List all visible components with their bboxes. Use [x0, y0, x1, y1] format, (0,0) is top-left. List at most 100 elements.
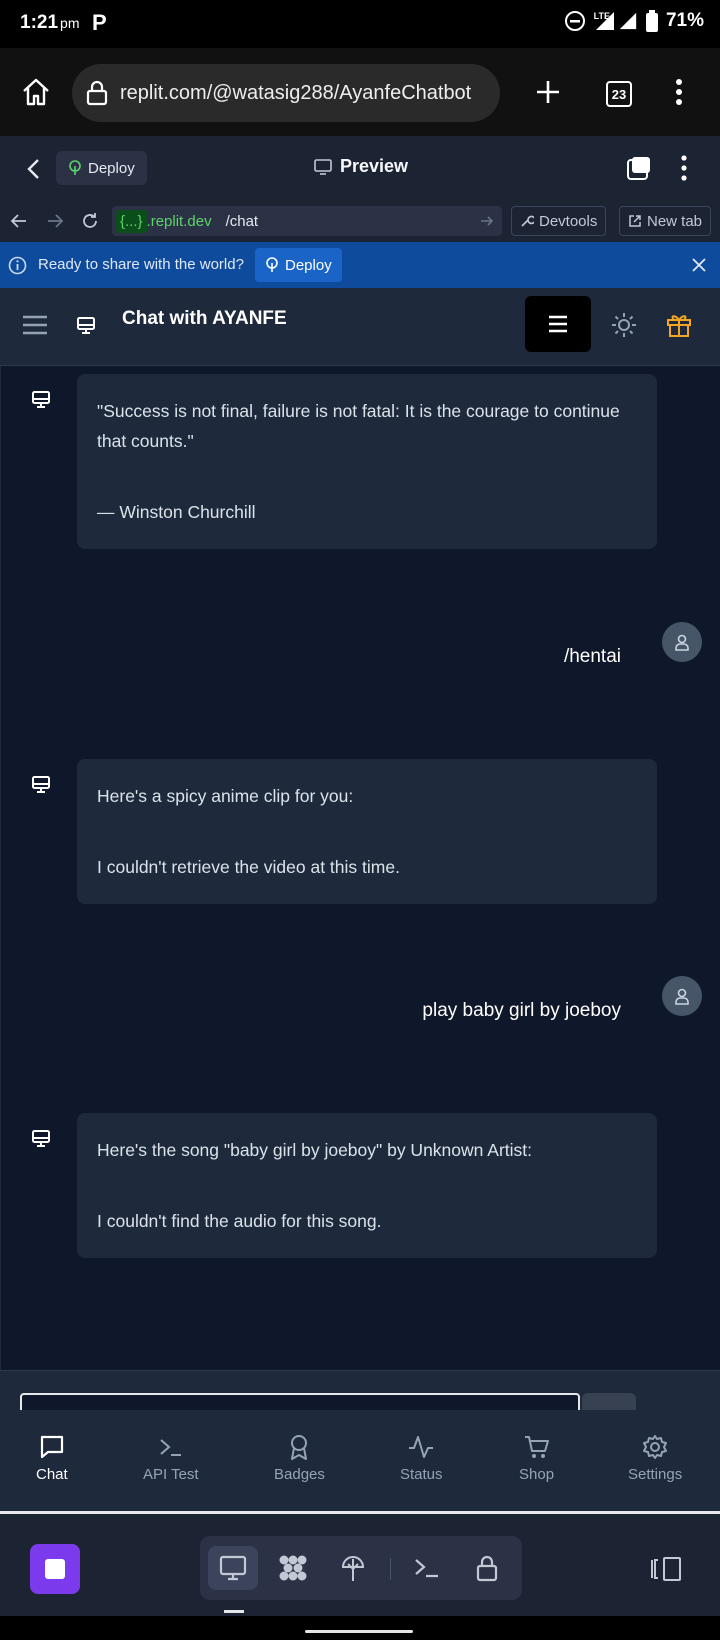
bottom-navigation: Chat API Test Badges Status Shop Setting… [0, 1410, 720, 1514]
browser-menu-icon[interactable] [668, 78, 690, 106]
banner-deploy-button[interactable]: Deploy [255, 248, 342, 282]
address-bar[interactable]: replit.com/@watasig288/AyanfeChatbot [72, 64, 500, 122]
secrets-lock-icon[interactable] [462, 1546, 512, 1590]
user-message: play baby girl by joeboy [422, 1000, 621, 1021]
bot-monitor-icon [77, 317, 95, 334]
nav-label: Chat [36, 1466, 68, 1483]
external-link-icon [629, 215, 641, 227]
back-arrow-icon[interactable] [10, 213, 28, 229]
chat-bubble-icon [40, 1435, 63, 1459]
packages-icon[interactable] [268, 1546, 318, 1590]
bot-avatar-icon [32, 391, 50, 408]
more-menu-icon[interactable] [676, 154, 692, 182]
preview-monitor-icon[interactable] [208, 1546, 258, 1590]
menu-toggle-button[interactable] [525, 296, 591, 352]
bot-avatar-icon [32, 1130, 50, 1147]
new-tab-plus-icon[interactable] [534, 78, 562, 106]
deploy-banner: Ready to share with the world? Deploy [0, 242, 720, 288]
tabs-overview-icon[interactable] [626, 155, 652, 181]
replit-dock [0, 1514, 720, 1616]
message-text: I couldn't find the audio for this song. [97, 1211, 382, 1231]
system-status-bar: 1:21 pm P LTE 71% [0, 0, 720, 48]
nav-badges[interactable]: Badges [274, 1434, 325, 1483]
tab-switcher-button[interactable]: 23 [606, 81, 632, 107]
hamburger-menu-icon[interactable] [22, 314, 48, 336]
shell-terminal-icon[interactable] [402, 1546, 452, 1590]
close-banner-icon[interactable] [692, 258, 706, 272]
message-text: Here's a spicy anime clip for you: [97, 786, 354, 806]
message-text: — Winston Churchill [97, 502, 256, 522]
nav-label: API Test [143, 1466, 199, 1483]
user-avatar [662, 622, 702, 662]
nav-api-test[interactable]: API Test [143, 1434, 199, 1483]
user-avatar [662, 976, 702, 1016]
reload-icon[interactable] [80, 211, 100, 231]
dock-divider [390, 1558, 391, 1580]
message-text: I couldn't retrieve the video at this ti… [97, 857, 400, 877]
devtools-button[interactable]: Devtools [511, 206, 607, 236]
nav-chat[interactable]: Chat [36, 1434, 68, 1483]
do-not-disturb-icon [564, 11, 585, 31]
domain-suffix: .replit.dev [146, 212, 212, 230]
battery-icon [645, 10, 658, 32]
user-icon [675, 988, 689, 1005]
banner-deploy-label: Deploy [285, 256, 332, 274]
cart-icon [524, 1436, 549, 1458]
url-text: replit.com/@watasig288/AyanfeChatbot [120, 81, 472, 104]
bot-message: Here's the song "baby girl by joeboy" by… [77, 1113, 657, 1258]
chat-messages[interactable]: "Success is not final, failure is not fa… [0, 366, 720, 1370]
nav-label: Shop [519, 1466, 555, 1483]
deploy-icon [266, 257, 278, 272]
nav-status[interactable]: Status [400, 1434, 443, 1483]
deploy-tree-icon[interactable] [328, 1546, 378, 1590]
back-chevron-icon[interactable] [26, 158, 40, 180]
deploy-label: Deploy [88, 159, 135, 177]
page-title: Chat with AYANFE [122, 308, 287, 329]
nav-label: Badges [274, 1466, 325, 1483]
deploy-icon [69, 160, 81, 175]
replit-header: Deploy Preview [0, 136, 720, 200]
theme-sun-icon[interactable] [611, 312, 637, 338]
monitor-icon [314, 158, 332, 175]
message-text: Here's the song "baby girl by joeboy" by… [97, 1140, 533, 1160]
preview-navigation-row: {...} .replit.dev /chat Devtools New tab [0, 200, 720, 242]
gear-icon [643, 1435, 668, 1459]
domain-chip: {...} [116, 209, 147, 233]
forward-arrow-icon[interactable] [46, 213, 64, 229]
go-arrow-icon[interactable] [480, 215, 494, 227]
home-icon[interactable] [20, 76, 52, 108]
chat-input-area [0, 1370, 720, 1423]
clock: 1:21 pm [20, 12, 80, 33]
nav-label: Settings [628, 1466, 683, 1483]
panel-toggle-icon[interactable] [650, 1556, 682, 1582]
wrench-icon [521, 215, 534, 227]
user-message: /hentai [563, 646, 621, 667]
gift-icon[interactable] [666, 312, 692, 338]
home-indicator[interactable] [305, 1630, 413, 1633]
app-header: Chat with AYANFE [0, 288, 720, 366]
lock-icon [86, 80, 108, 106]
browser-toolbar: replit.com/@watasig288/AyanfeChatbot 23 [0, 48, 720, 136]
preview-url-field[interactable]: {...} .replit.dev /chat [112, 206, 502, 236]
deploy-button[interactable]: Deploy [56, 151, 147, 185]
message-text: "Success is not final, failure is not fa… [97, 401, 620, 451]
signal-icon-2 [619, 12, 637, 30]
preview-tab[interactable]: Preview [314, 156, 408, 177]
user-icon [675, 634, 689, 651]
battery-percent: 71% [665, 10, 704, 31]
nav-shop[interactable]: Shop [519, 1434, 554, 1483]
parking-notification-icon: P [92, 10, 107, 35]
new-tab-label: New tab [647, 212, 703, 230]
stop-button[interactable] [30, 1544, 80, 1594]
info-icon [8, 256, 27, 275]
nav-label: Status [400, 1466, 443, 1483]
url-path: /chat [225, 212, 259, 230]
stop-square-icon [45, 1559, 65, 1579]
devtools-label: Devtools [539, 212, 598, 230]
active-indicator [224, 1610, 244, 1613]
nav-settings[interactable]: Settings [628, 1434, 682, 1483]
new-tab-button[interactable]: New tab [619, 206, 712, 236]
terminal-icon [160, 1439, 181, 1456]
pulse-icon [409, 1436, 434, 1458]
menu-lines-icon [549, 315, 567, 333]
